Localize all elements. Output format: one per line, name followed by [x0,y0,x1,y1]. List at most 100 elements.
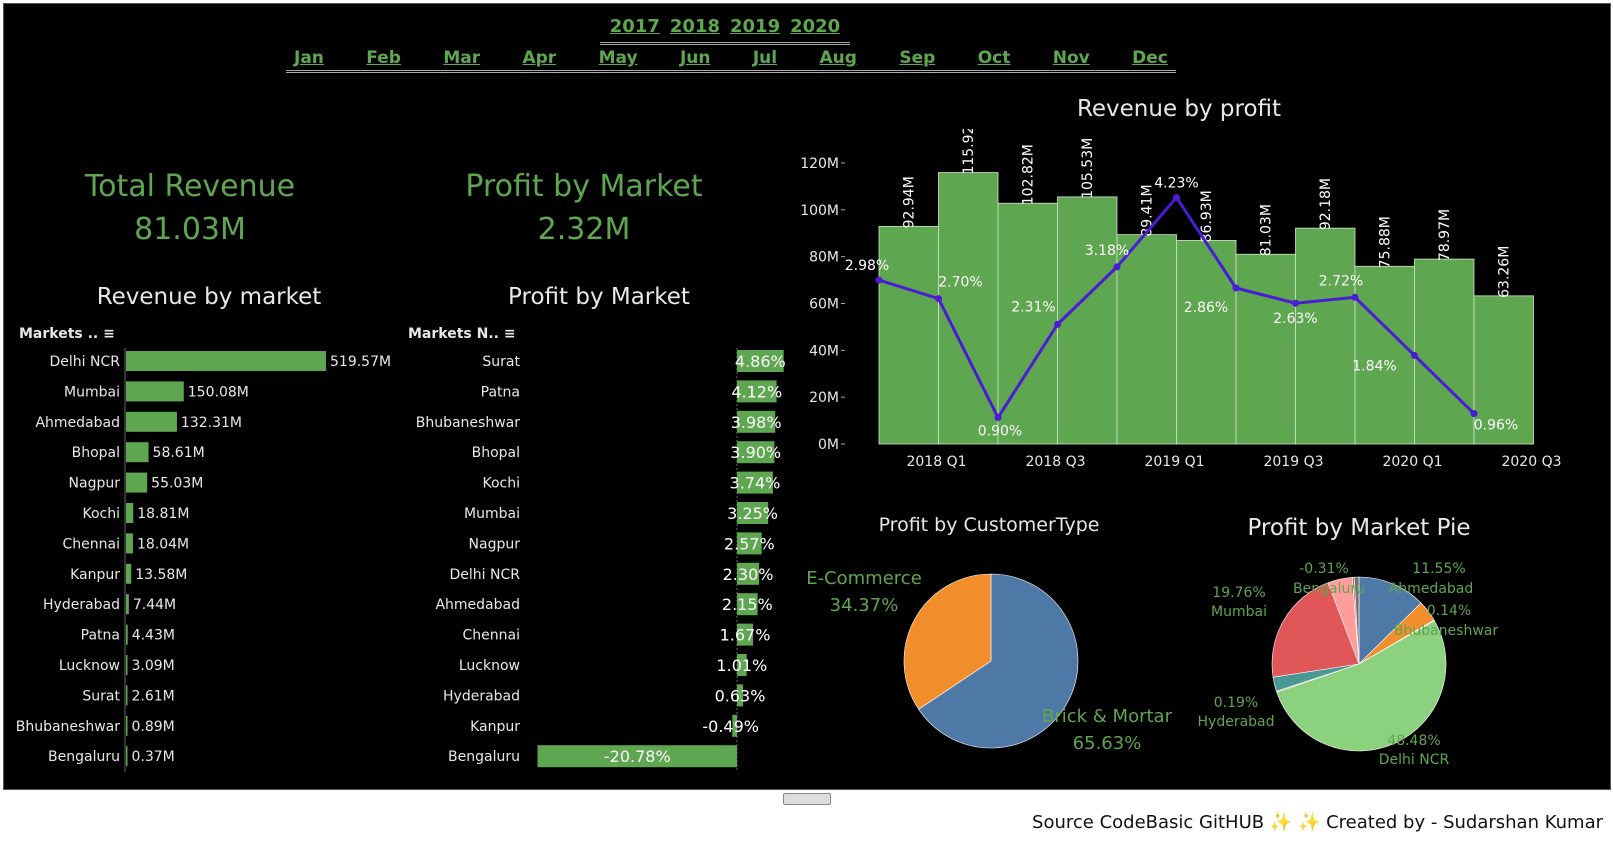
month-filter-aug[interactable]: Aug [812,48,865,70]
revenue-market-bar[interactable] [126,533,133,554]
y-tick-label: 100M [800,203,839,219]
dashboard: 2017 2018 2019 2020 Jan Feb Mar Apr May Jun Jul Au… [3,3,1611,790]
profit-market-label: Kochi [482,476,520,492]
month-filter-jan[interactable]: Jan [286,48,332,70]
revenue-market-label: Nagpur [69,476,121,492]
profit-percent-label: 2.63% [1273,311,1317,327]
month-filter-dec[interactable]: Dec [1124,48,1176,70]
profit-percent-point[interactable] [1113,263,1121,271]
quarter-revenue-label: 78.97M [1437,209,1453,261]
month-filter-sep[interactable]: Sep [891,48,943,70]
profit-percent-point[interactable] [1411,351,1418,359]
profit-percent-point[interactable] [1232,284,1240,292]
month-filter-oct[interactable]: Oct [970,48,1019,70]
quarter-revenue-bar[interactable] [997,202,1058,445]
customertype-pie-chart: Brick & Mortar 65.63% E-Commerce 34.37% [806,568,1173,754]
revenue-market-bar[interactable] [126,411,177,432]
month-filter-nov[interactable]: Nov [1045,48,1098,70]
quarter-revenue-bar[interactable] [938,172,999,445]
month-filter-mar[interactable]: Mar [435,48,488,70]
revenue-market-value-label: 4.43M [132,628,175,644]
revenue-market-bar[interactable] [126,624,128,645]
kpi-profit-label: Profit by Market [465,169,703,204]
profit-percent-point[interactable] [935,295,942,303]
month-filter-may[interactable]: May [591,48,646,70]
revenue-market-label: Bhopal [72,445,120,461]
profit-market-value-label: 2.57% [724,534,775,553]
markets-column-header[interactable]: Markets .. ≡ [19,326,115,342]
quarter-revenue-label: 63.26M [1497,246,1513,298]
revenue-market-bar[interactable] [126,503,134,523]
profit-market-value-label: 2.30% [723,565,774,584]
profit-market-value-label: -0.49% [702,717,759,736]
market-pie-slice-label: Hyderabad [1198,714,1275,730]
quarter-revenue-bar[interactable] [1116,234,1177,445]
quarter-revenue-bar[interactable] [1176,240,1237,445]
profit-percent-point[interactable] [875,276,883,284]
y-tick-label: 80M [809,250,839,266]
markets-n-column-header[interactable]: Markets N.. ≡ [408,326,516,342]
profit-market-value-label: 1.67% [720,626,771,645]
y-tick-label: 60M [809,297,839,313]
year-filter-2020[interactable]: 2020 [790,16,840,42]
quarter-revenue-label: 92.94M [902,176,918,228]
profit-percent-point[interactable] [1054,320,1061,328]
revenue-market-value-label: 0.37M [132,749,175,765]
profit-percent-point[interactable] [994,414,1002,422]
year-filter-2017[interactable]: 2017 [610,16,660,42]
profit-market-label: Chennai [463,628,520,644]
revenue-market-bar[interactable] [126,685,128,706]
revenue-market-value-label: 13.58M [135,567,187,583]
year-filter-2019[interactable]: 2019 [730,16,780,42]
profit-market-label: Lucknow [459,658,520,674]
month-filter-jun[interactable]: Jun [672,48,719,70]
market-pie-slice-label: Mumbai [1211,604,1267,620]
resize-handle[interactable] [783,793,831,805]
profit-market-value-label: 3.74% [730,474,781,493]
year-filter-2018[interactable]: 2018 [670,16,720,42]
month-filter-apr[interactable]: Apr [514,48,564,70]
profit-percent-point[interactable] [1173,193,1180,201]
quarter-revenue-bar[interactable] [1354,265,1415,445]
customertype-slice-label: Brick & Mortar [1042,706,1173,727]
profit-percent-point[interactable] [1292,299,1299,307]
month-filter-jul[interactable]: Jul [745,48,785,70]
revenue-market-bar[interactable] [126,351,326,371]
revenue-market-bar[interactable] [126,381,184,402]
profit-percent-label: 2.86% [1184,300,1228,316]
market-pie-slice-label: Bengaluru [1293,581,1365,597]
revenue-market-bar[interactable] [126,655,128,675]
profit-percent-point[interactable] [1351,293,1359,301]
revenue-market-bar[interactable] [126,594,129,615]
quarter-revenue-label: 92.18M [1318,178,1334,230]
profit-market-label: Ahmedabad [435,597,520,613]
quarter-revenue-bar[interactable] [1057,196,1118,445]
revenue-market-label: Lucknow [59,658,120,674]
profit-market-label: Bhubaneshwar [416,415,520,431]
revenue-market-bar[interactable] [126,563,132,584]
quarter-revenue-label: 105.53M [1080,138,1096,199]
quarter-revenue-label: 81.03M [1259,204,1275,256]
revenue-market-label: Kochi [82,506,120,522]
customertype-slice-label: E-Commerce [806,568,922,589]
month-filter: Jan Feb Mar Apr May Jun Jul Aug Sep Oct Nov Dec [286,48,1176,73]
revenue-market-bar[interactable] [126,746,128,767]
market-pie-title: Profit by Market Pie [1247,515,1471,541]
quarter-revenue-bar[interactable] [1414,258,1475,445]
revenue-market-bar[interactable] [126,472,148,493]
quarter-revenue-bar[interactable] [1235,253,1296,445]
revenue-market-label: Chennai [63,536,120,552]
sort-icon[interactable]: ≡ [504,326,516,342]
quarter-revenue-bar[interactable] [1295,227,1356,445]
month-filter-feb[interactable]: Feb [358,48,409,70]
sort-icon[interactable]: ≡ [103,326,115,342]
profit-market-value-label: 3.90% [730,443,781,462]
profit-percent-point[interactable] [1470,410,1478,418]
revenue-market-bar[interactable] [126,442,149,463]
customertype-slice-value: 65.63% [1073,733,1142,754]
revenue-market-bar[interactable] [126,715,128,736]
profit-percent-label: 2.70% [938,275,982,291]
customertype-slice-value: 34.37% [830,595,899,616]
profit-market-value-label: -20.78% [604,747,671,766]
revenue-by-profit-chart: 0M 20M 40M 60M 80M 100M 120M 92.94M 115.92M 102.8… [800,129,1561,470]
